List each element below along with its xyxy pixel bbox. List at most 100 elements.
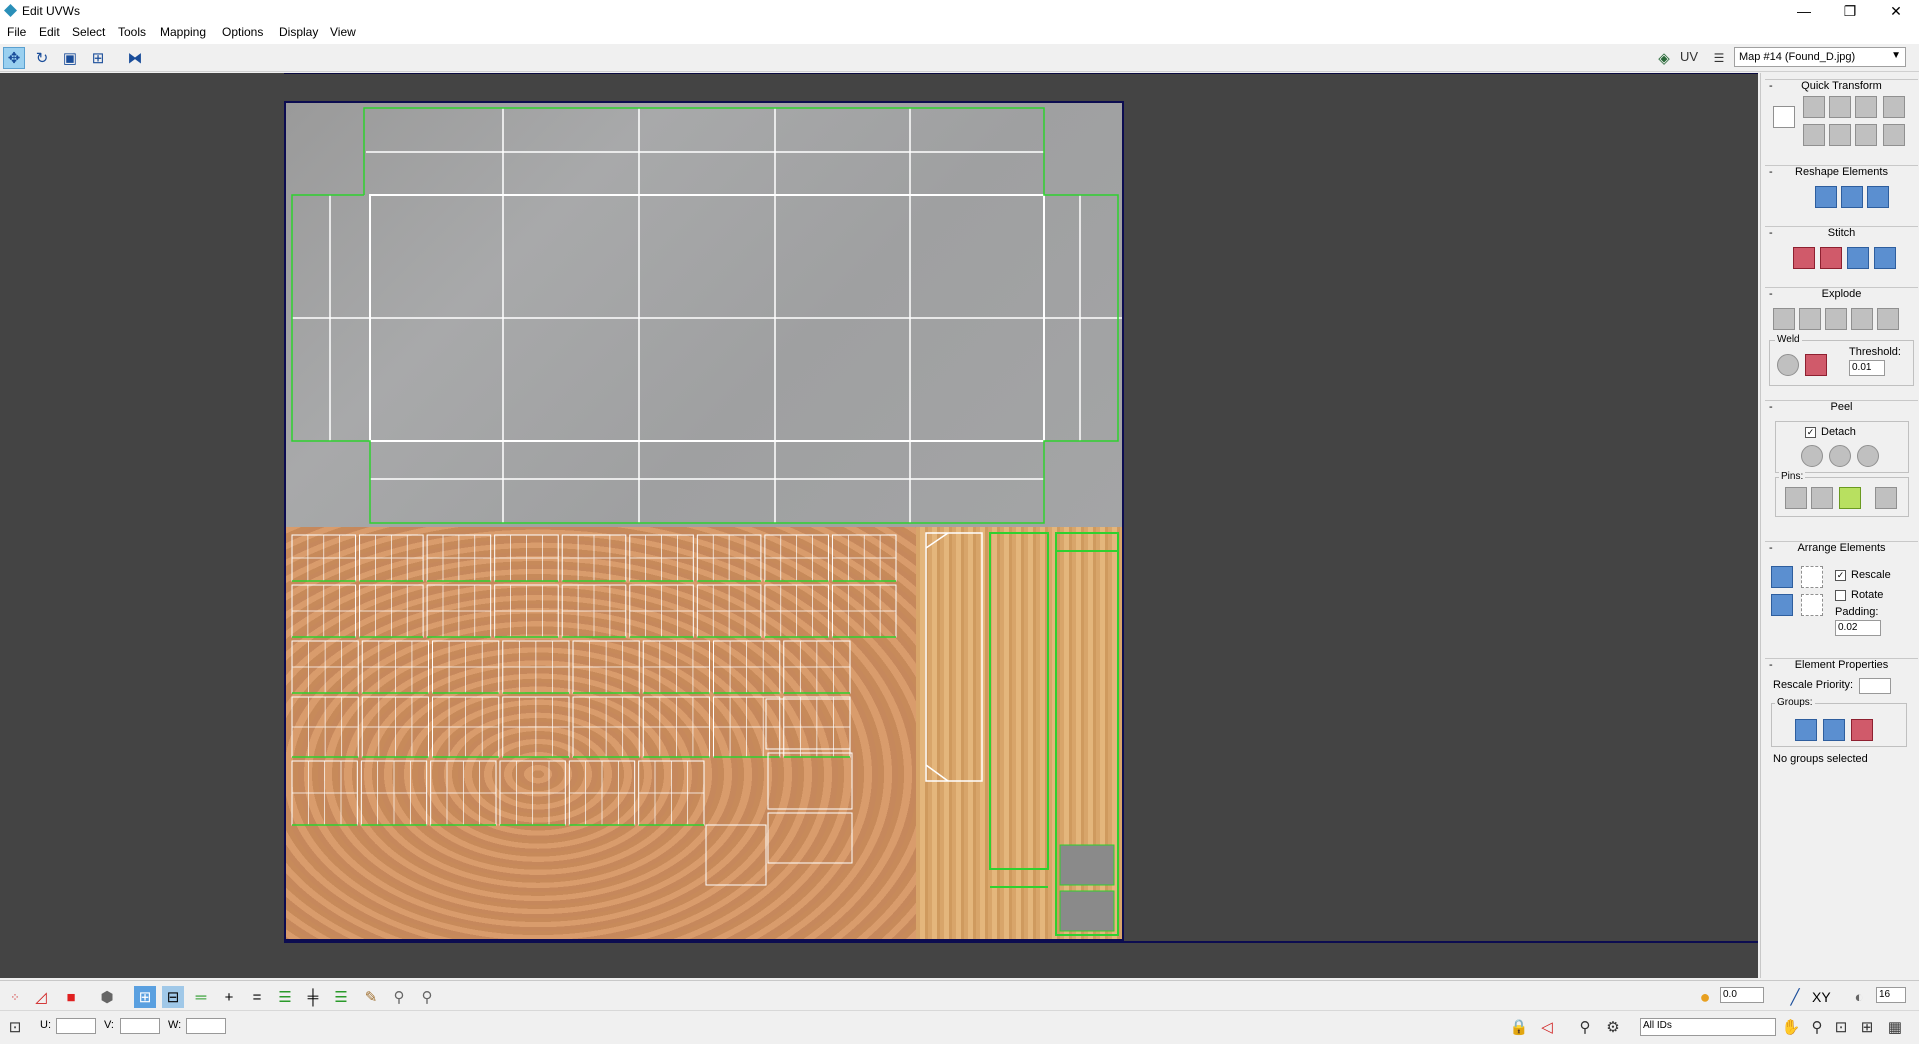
- uv-editor-viewport[interactable]: [0, 73, 1758, 978]
- pack-settings-icon[interactable]: [1801, 594, 1823, 616]
- rescale-checkbox[interactable]: ✓: [1835, 570, 1846, 581]
- menu-options[interactable]: Options: [222, 25, 263, 39]
- ring-icon[interactable]: ☰: [330, 986, 352, 1008]
- close-button[interactable]: ✕: [1873, 0, 1919, 22]
- explode-header[interactable]: - Explode: [1765, 288, 1918, 302]
- reset-peel-icon[interactable]: [1857, 445, 1879, 467]
- stitch-header[interactable]: - Stitch: [1765, 227, 1918, 241]
- flatten-by-smoothing-icon[interactable]: [1851, 308, 1873, 330]
- detach-checkbox[interactable]: ✓: [1805, 427, 1816, 438]
- stitch-settings-icon[interactable]: [1874, 247, 1896, 269]
- move-tool-icon[interactable]: ✥: [3, 47, 25, 69]
- menu-view[interactable]: View: [330, 25, 356, 39]
- zoom-extents-icon[interactable]: ⊞: [1856, 1016, 1878, 1038]
- ungroup-selected-icon[interactable]: [1823, 719, 1845, 741]
- rotate-tool-icon[interactable]: ↻: [31, 47, 53, 69]
- break-icon[interactable]: [1773, 308, 1795, 330]
- grow-selection-icon[interactable]: ⊞: [134, 986, 156, 1008]
- straighten-icon[interactable]: [1829, 96, 1851, 118]
- absolute-mode-icon[interactable]: ⊡: [4, 1016, 26, 1038]
- unpin-icon[interactable]: [1811, 487, 1833, 509]
- relax-settings-icon[interactable]: [1867, 186, 1889, 208]
- rescale-priority-spinner[interactable]: [1859, 678, 1891, 694]
- select-pins-icon[interactable]: [1875, 487, 1897, 509]
- detach-edge-verts-icon[interactable]: [1799, 308, 1821, 330]
- element-properties-header[interactable]: - Element Properties: [1765, 659, 1918, 673]
- loop-icon[interactable]: ═: [190, 986, 212, 1008]
- align-horizontal-icon[interactable]: [1803, 96, 1825, 118]
- edge-mode-icon[interactable]: ◿: [30, 986, 52, 1008]
- rotate-minus-90-icon[interactable]: [1855, 124, 1877, 146]
- menu-mapping[interactable]: Mapping: [160, 25, 206, 39]
- falloff-icon[interactable]: ╱: [1784, 986, 1806, 1008]
- pivot-icon[interactable]: [1773, 106, 1795, 128]
- menu-select[interactable]: Select: [72, 25, 105, 39]
- stitch-average-icon[interactable]: [1820, 247, 1842, 269]
- zoom-spinner[interactable]: 16: [1876, 987, 1906, 1003]
- options-gear-icon[interactable]: ⚙: [1602, 1016, 1624, 1038]
- rotate-plus-90-icon[interactable]: [1855, 96, 1877, 118]
- element-mode-icon[interactable]: ⬢: [96, 986, 118, 1008]
- polygon-mode-icon[interactable]: ■: [60, 986, 82, 1008]
- mirror-tool-icon[interactable]: ⧓: [124, 47, 146, 69]
- ring-grow-icon[interactable]: ☰: [274, 986, 296, 1008]
- flatten-by-polygon-icon[interactable]: [1825, 308, 1847, 330]
- align-vertical-icon[interactable]: [1803, 124, 1825, 146]
- peel-mode-icon[interactable]: [1829, 445, 1851, 467]
- checker-icon[interactable]: ◈: [1653, 47, 1675, 69]
- stitch-to-source-icon[interactable]: [1847, 247, 1869, 269]
- xy-label[interactable]: XY: [1812, 989, 1831, 1005]
- stitch-to-target-icon[interactable]: [1793, 247, 1815, 269]
- ring-shrink-icon[interactable]: ╪: [302, 986, 324, 1008]
- select-group-icon[interactable]: [1851, 719, 1873, 741]
- zoom-region-icon[interactable]: ⊡: [1830, 1016, 1852, 1038]
- peel-header[interactable]: - Peel: [1765, 401, 1918, 415]
- grid-toggle-icon[interactable]: ▦: [1884, 1016, 1906, 1038]
- shrink-selection-icon[interactable]: ⊟: [162, 986, 184, 1008]
- w-spinner[interactable]: [186, 1018, 226, 1034]
- menu-edit[interactable]: Edit: [39, 25, 60, 39]
- quick-peel-icon[interactable]: [1801, 445, 1823, 467]
- maximize-button[interactable]: ❐: [1827, 0, 1873, 22]
- hide-icon[interactable]: ◁: [1536, 1016, 1558, 1038]
- pan-hand-icon[interactable]: ✋: [1780, 1016, 1802, 1038]
- flatten-by-material-icon[interactable]: [1877, 308, 1899, 330]
- zoom-icon[interactable]: ⚲: [1806, 1016, 1828, 1038]
- soft-selection-icon[interactable]: ●: [1694, 986, 1716, 1008]
- threshold-spinner[interactable]: 0.01: [1849, 360, 1885, 376]
- pin-icon[interactable]: [1785, 487, 1807, 509]
- rotate-checkbox[interactable]: [1835, 590, 1846, 601]
- pack-together-icon[interactable]: [1771, 594, 1793, 616]
- lock-icon[interactable]: 🔒: [1508, 1016, 1530, 1038]
- reshape-header[interactable]: - Reshape Elements: [1765, 166, 1918, 180]
- u-spinner[interactable]: [56, 1018, 96, 1034]
- relax-icon[interactable]: [1841, 186, 1863, 208]
- paint-select-icon[interactable]: ✎: [360, 986, 382, 1008]
- menu-file[interactable]: File: [7, 25, 26, 39]
- subtract-icon[interactable]: =: [246, 986, 268, 1008]
- minimize-button[interactable]: —: [1781, 0, 1827, 22]
- show-icon[interactable]: ⚲: [1574, 1016, 1596, 1038]
- uv-mesh-overlay[interactable]: [286, 103, 1122, 939]
- menu-tools[interactable]: Tools: [118, 25, 146, 39]
- weld-all-icon[interactable]: [1805, 354, 1827, 376]
- vertex-mode-icon[interactable]: ⁘: [4, 986, 26, 1008]
- quick-transform-header[interactable]: - Quick Transform: [1765, 80, 1918, 94]
- freeform-tool-icon[interactable]: ⊞: [87, 47, 109, 69]
- padding-spinner[interactable]: 0.02: [1835, 620, 1881, 636]
- arrange-header[interactable]: - Arrange Elements: [1765, 542, 1918, 556]
- map-select-dropdown[interactable]: Map #14 (Found_D.jpg) ▼: [1734, 47, 1906, 67]
- paint-grow-icon[interactable]: ⚲: [388, 986, 410, 1008]
- v-spinner[interactable]: [120, 1018, 160, 1034]
- straighten-selection-icon[interactable]: [1815, 186, 1837, 208]
- id-filter-dropdown[interactable]: All IDs: [1640, 1018, 1776, 1036]
- zoom-extent-icon[interactable]: ◐: [1848, 986, 1870, 1008]
- space-vertical-icon[interactable]: [1883, 124, 1905, 146]
- weld-selected-icon[interactable]: [1777, 354, 1799, 376]
- align-to-edge-icon[interactable]: [1829, 124, 1851, 146]
- auto-pin-icon[interactable]: [1839, 487, 1861, 509]
- paint-shrink-icon[interactable]: ⚲: [416, 986, 438, 1008]
- pack-normalize-icon[interactable]: [1771, 566, 1793, 588]
- map-list-icon[interactable]: ☰: [1708, 47, 1730, 69]
- space-horizontal-icon[interactable]: [1883, 96, 1905, 118]
